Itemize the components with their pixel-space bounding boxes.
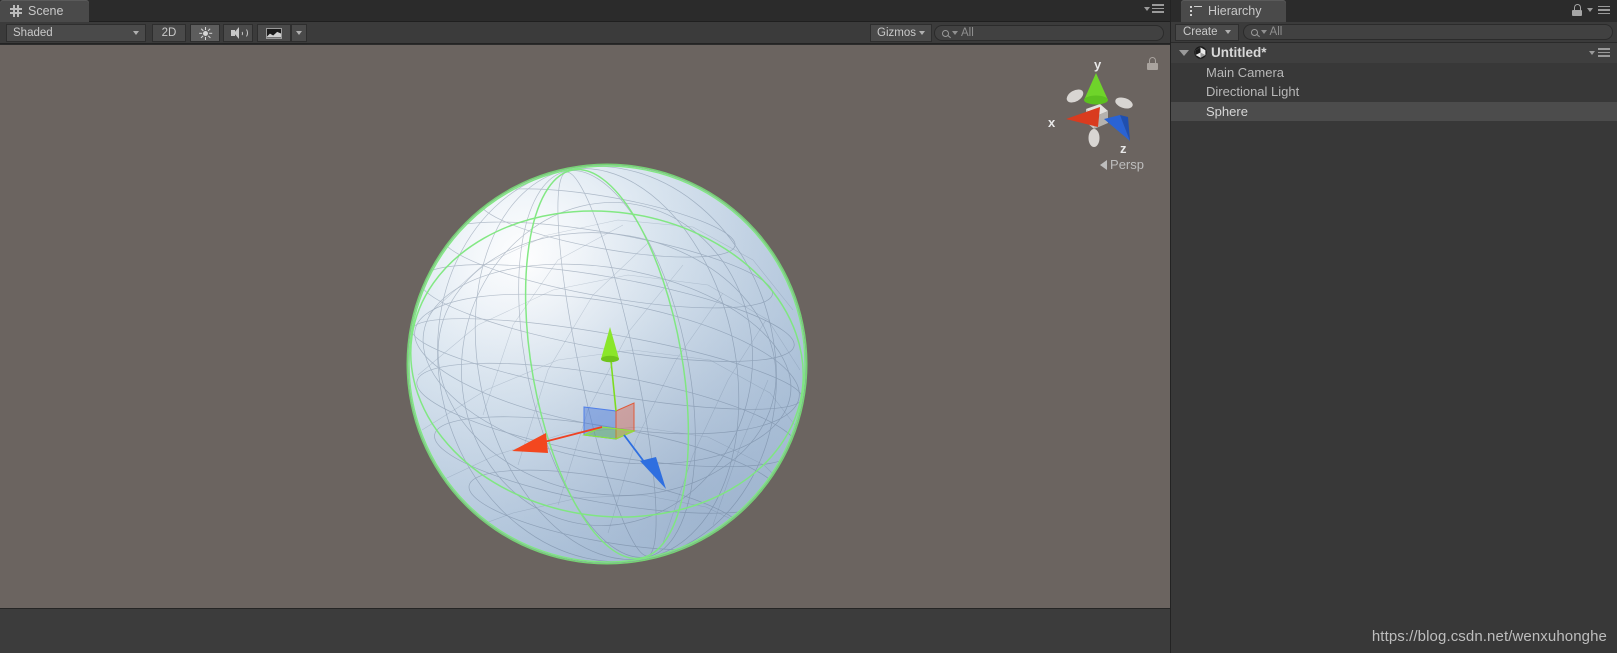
gizmo-axis-x (512, 426, 603, 453)
effects-dropdown-button[interactable] (291, 24, 307, 42)
projection-mode-label: Persp (1110, 157, 1144, 172)
search-filter-caret-icon (952, 31, 958, 35)
toggle-audio-button[interactable] (223, 24, 253, 42)
hierarchy-header-controls (1572, 4, 1610, 16)
projection-mode-button[interactable]: Persp (1100, 157, 1144, 172)
toggle-2d-button[interactable]: 2D (152, 24, 186, 42)
scene-toolbar: Shaded 2D Gizmos All (0, 22, 1170, 44)
search-filter-caret-icon (1260, 30, 1267, 34)
hierarchy-item-main-camera[interactable]: Main Camera (1171, 63, 1617, 83)
unity-scene-icon (1194, 46, 1207, 59)
gizmo-axis-z (623, 434, 666, 489)
scene-bottom-bar (0, 608, 1170, 653)
axis-cone-x (1066, 107, 1100, 127)
chevron-down-icon (1144, 6, 1150, 11)
scene-panel: Scene Shaded 2D Gizmos All y x z Persp (0, 0, 1170, 653)
chevron-down-icon[interactable] (1179, 49, 1189, 56)
chevron-down-icon (1589, 50, 1595, 55)
tab-scene[interactable]: Scene (0, 0, 90, 22)
scene-viewport[interactable]: y x z Persp (0, 45, 1170, 608)
create-button-label: Create (1183, 26, 1218, 38)
chevron-down-icon[interactable] (1587, 8, 1593, 12)
chevron-down-icon (296, 31, 302, 35)
hierarchy-item-sphere[interactable]: Sphere (1171, 101, 1617, 121)
lock-icon[interactable] (1572, 4, 1582, 16)
hierarchy-item-label: Main Camera (1206, 64, 1285, 80)
toggle-effects-button[interactable] (257, 24, 291, 42)
gizmo-plane-handles (582, 402, 636, 440)
hierarchy-item-label: Sphere (1206, 103, 1248, 119)
unity-editor-window: Scene Shaded 2D Gizmos All y x z Persp H… (0, 0, 1617, 653)
hierarchy-tree: Untitled* Main Camera Directional Light … (1171, 43, 1617, 121)
hierarchy-scene-label: Untitled* (1211, 45, 1267, 61)
hamburger-icon[interactable] (1598, 5, 1610, 15)
hierarchy-panel: Hierarchy Create All Untitled* Main Came… (1170, 0, 1617, 653)
chevron-down-icon (133, 31, 139, 35)
viewport-lock-icon[interactable] (1147, 57, 1158, 70)
grid-icon (10, 5, 22, 17)
chevron-down-icon (919, 31, 925, 35)
chevron-down-icon (1224, 30, 1231, 34)
speaker-icon (231, 27, 248, 39)
gizmo-axis-y (601, 327, 619, 412)
tab-hierarchy[interactable]: Hierarchy (1181, 0, 1286, 22)
scene-search-value: All (961, 27, 974, 39)
tab-hierarchy-label: Hierarchy (1208, 4, 1262, 18)
search-icon (942, 29, 949, 37)
scene-search-input[interactable]: All (934, 25, 1164, 41)
image-icon (266, 27, 282, 39)
watermark-text: https://blog.csdn.net/wenxuhonghe (1371, 628, 1607, 645)
scene-panel-menu-button[interactable] (1144, 4, 1164, 13)
toggle-lighting-button[interactable] (190, 24, 220, 42)
move-gizmo[interactable] (498, 315, 678, 495)
axis-cone-z (1104, 115, 1130, 141)
hierarchy-item-directional-light[interactable]: Directional Light (1171, 82, 1617, 102)
search-icon (1250, 28, 1258, 36)
list-icon (1190, 5, 1202, 17)
draw-mode-label: Shaded (13, 27, 53, 39)
gizmos-label: Gizmos (877, 27, 916, 39)
axis-cone-y (1084, 73, 1108, 105)
gizmos-dropdown[interactable]: Gizmos (870, 24, 932, 42)
create-button[interactable]: Create (1175, 23, 1239, 41)
scene-tabbar: Scene (0, 0, 1170, 22)
chevron-left-icon (1100, 159, 1108, 170)
axis-label-y: y (1094, 57, 1102, 72)
sun-icon (198, 26, 212, 40)
hamburger-icon (1598, 48, 1610, 57)
axis-label-x: x (1048, 115, 1056, 130)
toggle-2d-label: 2D (161, 27, 177, 39)
hierarchy-item-label: Directional Light (1206, 84, 1300, 100)
axis-label-z: z (1120, 141, 1127, 156)
hierarchy-scene-row[interactable]: Untitled* (1171, 43, 1617, 63)
draw-mode-dropdown[interactable]: Shaded (6, 24, 146, 42)
tab-scene-label: Scene (28, 4, 64, 18)
hierarchy-scene-row-menu[interactable] (1589, 48, 1610, 57)
hierarchy-toolbar: Create All (1171, 22, 1617, 43)
hamburger-icon (1152, 4, 1164, 13)
hierarchy-tabbar: Hierarchy (1171, 0, 1617, 22)
hierarchy-search-input[interactable]: All (1242, 24, 1613, 40)
hierarchy-search-value: All (1269, 26, 1283, 38)
